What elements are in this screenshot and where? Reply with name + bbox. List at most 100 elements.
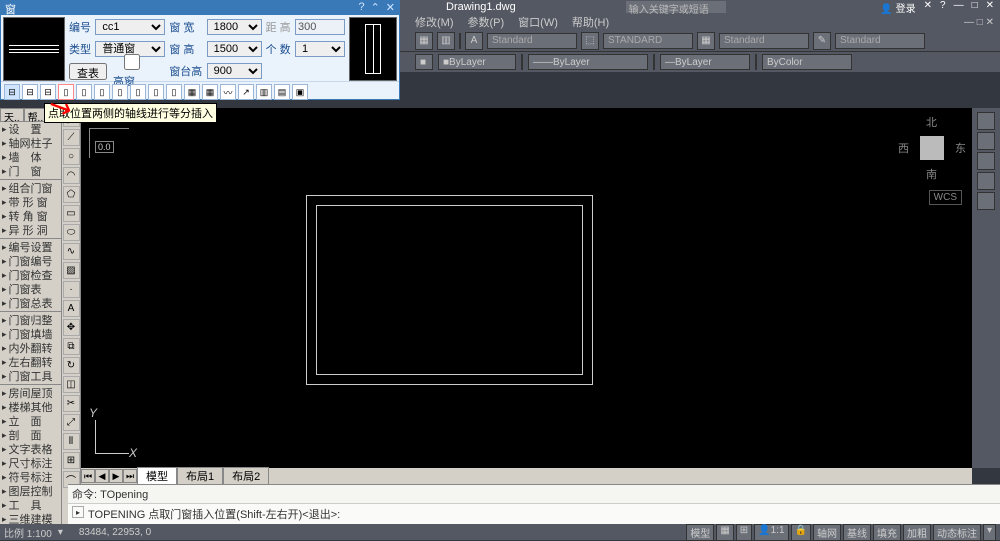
wcs-label[interactable]: WCS xyxy=(929,190,962,205)
sidebar-item[interactable]: ▸左右翻转 xyxy=(0,355,61,369)
help-icon[interactable]: ? xyxy=(940,0,946,15)
sidebar-item[interactable]: ▸立 面 xyxy=(0,414,61,428)
status-more-icon[interactable]: ▾ xyxy=(983,524,996,541)
wheel-icon[interactable] xyxy=(977,112,995,130)
sidebar-item[interactable]: ▸门窗填墙 xyxy=(0,327,61,341)
lineweight-dropdown[interactable]: — ByLayer xyxy=(660,54,750,70)
model-button[interactable]: 模型 xyxy=(686,524,714,541)
viewcube-top[interactable] xyxy=(920,136,944,160)
insert-mode-icon[interactable]: ▯ xyxy=(58,84,74,100)
insert-mode-icon[interactable]: ▦ xyxy=(202,84,218,100)
command-input[interactable]: TOPENING 点取门窗插入位置(Shift-左右开)<退出>: xyxy=(88,506,340,522)
pan-icon[interactable] xyxy=(977,132,995,150)
sidebar-item[interactable]: ▸门窗检查 xyxy=(0,268,61,282)
spline-tool[interactable]: ∿ xyxy=(63,243,80,260)
sidebar-item[interactable]: ▸房间屋顶 xyxy=(0,386,61,400)
dimstyle-dropdown[interactable]: STANDARD xyxy=(603,33,693,49)
hatch-tool[interactable]: ▨ xyxy=(63,262,80,279)
status-axis[interactable]: 轴网 xyxy=(813,524,841,541)
toolbar-btn[interactable]: ▥ xyxy=(437,32,455,50)
dialog-minimize-icon[interactable]: ⌃ xyxy=(371,1,380,15)
close-icon[interactable]: ✕ xyxy=(986,0,994,15)
textstyle-dropdown[interactable]: Standard xyxy=(487,33,577,49)
sidebar-item[interactable]: ▸门窗编号 xyxy=(0,254,61,268)
insert-mode-icon[interactable]: ▯ xyxy=(76,84,92,100)
layer-color-dropdown[interactable]: ■ ByLayer xyxy=(438,54,516,70)
status-dyn[interactable]: 动态标注 xyxy=(933,524,981,541)
toolbar-btn[interactable]: ⬚ xyxy=(581,32,599,50)
drawing-viewport[interactable]: 北 南 西 东 WCS 0.0 Y X xyxy=(81,108,972,468)
insert-mode-icon[interactable]: ▤ xyxy=(274,84,290,100)
status-base[interactable]: 基线 xyxy=(843,524,871,541)
sidebar-item[interactable]: ▸带 形 窗 xyxy=(0,195,61,209)
sidebar-item[interactable]: ▸符号标注 xyxy=(0,470,61,484)
tab-layout1[interactable]: 布局1 xyxy=(177,467,223,485)
mleader-dropdown[interactable]: Standard xyxy=(835,33,925,49)
insert-mode-icon[interactable]: ▯ xyxy=(166,84,182,100)
rotate-tool[interactable]: ↻ xyxy=(63,357,80,374)
child-window-controls[interactable]: — □ ✕ xyxy=(964,17,1000,28)
zoom-icon[interactable] xyxy=(977,152,995,170)
toolbar-btn[interactable]: ▦ xyxy=(415,32,433,50)
scale-tool[interactable]: ⤢ xyxy=(63,414,80,431)
sidebar-item[interactable]: ▸楼梯其他 xyxy=(0,400,61,414)
copy-tool[interactable]: ⧉ xyxy=(63,338,80,355)
sill-select[interactable]: 900 xyxy=(207,63,262,79)
login-button[interactable]: 👤 登录 xyxy=(880,0,915,15)
sidebar-item[interactable]: ▸门窗表 xyxy=(0,282,61,296)
sidebar-item[interactable]: ▸转 角 窗 xyxy=(0,209,61,223)
circle-tool[interactable]: ○ xyxy=(63,148,80,165)
polygon-tool[interactable]: ⬠ xyxy=(63,186,80,203)
sidebar-item[interactable]: ▸门窗工具 xyxy=(0,369,61,383)
trim-tool[interactable]: ✂ xyxy=(63,395,80,412)
count-select[interactable]: 1 xyxy=(295,41,345,57)
anno-icon[interactable]: 🔒 xyxy=(791,524,811,541)
lookup-button[interactable]: 查表 xyxy=(69,63,107,80)
window-preview-2d[interactable] xyxy=(3,17,65,81)
insert-mode-icon[interactable]: ▯ xyxy=(112,84,128,100)
tablestyle-dropdown[interactable]: Standard xyxy=(719,33,809,49)
search-input[interactable]: 输入关键字或短语 xyxy=(626,1,726,13)
ellipse-tool[interactable]: ⬭ xyxy=(63,224,80,241)
menu-help[interactable]: 帮助(H) xyxy=(572,14,609,30)
maximize-icon[interactable]: □ xyxy=(972,0,978,15)
sidebar-item[interactable]: ▸内外翻转 xyxy=(0,341,61,355)
insert-mode-icon[interactable]: ⊟ xyxy=(4,84,20,100)
sidebar-item[interactable]: ▸轴网柱子 xyxy=(0,136,61,150)
window-preview-3d[interactable] xyxy=(349,17,397,81)
tab-model[interactable]: 模型 xyxy=(137,467,177,485)
toolbar-btn[interactable]: A xyxy=(465,32,483,50)
offset-tool[interactable]: ⫴ xyxy=(63,433,80,450)
tab-last-icon[interactable]: ⏭ xyxy=(123,469,137,483)
number-select[interactable]: cc1 xyxy=(95,19,165,35)
menu-modify[interactable]: 修改(M) xyxy=(415,14,454,30)
sidebar-item[interactable]: ▸异 形 洞 xyxy=(0,223,61,237)
insert-mode-icon[interactable]: ↗ xyxy=(238,84,254,100)
sidebar-item[interactable]: ▸设 置 xyxy=(0,122,61,136)
view-cube[interactable]: 北 南 西 东 xyxy=(898,114,966,182)
panel-tab[interactable]: 天.. xyxy=(0,108,24,122)
width-select[interactable]: 1800 xyxy=(207,19,262,35)
insert-mode-icon[interactable]: ▯ xyxy=(148,84,164,100)
mirror-tool[interactable]: ◫ xyxy=(63,376,80,393)
sidebar-item[interactable]: ▸剖 面 xyxy=(0,428,61,442)
sidebar-item[interactable]: ▸门窗归整 xyxy=(0,313,61,327)
orbit-icon[interactable] xyxy=(977,172,995,190)
insert-mode-icon[interactable]: ⊟ xyxy=(40,84,56,100)
menu-window[interactable]: 窗口(W) xyxy=(518,14,558,30)
scale-label[interactable]: 比例 1:100 xyxy=(4,525,52,540)
showmotion-icon[interactable] xyxy=(977,192,995,210)
pline-tool[interactable]: ⟋ xyxy=(63,129,80,146)
insert-mode-icon[interactable]: ▯ xyxy=(94,84,110,100)
dialog-help-icon[interactable]: ? xyxy=(358,1,364,15)
scale-dropdown-icon[interactable]: ▾ xyxy=(58,527,63,538)
grid-toggle-icon[interactable]: ▦ xyxy=(716,524,733,541)
anno-scale[interactable]: 👤1:1 xyxy=(754,524,788,541)
tab-prev-icon[interactable]: ◀ xyxy=(95,469,109,483)
tab-next-icon[interactable]: ▶ xyxy=(109,469,123,483)
height-select[interactable]: 1500 xyxy=(207,41,262,57)
array-tool[interactable]: ⊞ xyxy=(63,452,80,469)
point-tool[interactable]: · xyxy=(63,281,80,298)
dialog-close-icon[interactable]: ✕ xyxy=(386,1,395,15)
sidebar-item[interactable]: ▸组合门窗 xyxy=(0,181,61,195)
